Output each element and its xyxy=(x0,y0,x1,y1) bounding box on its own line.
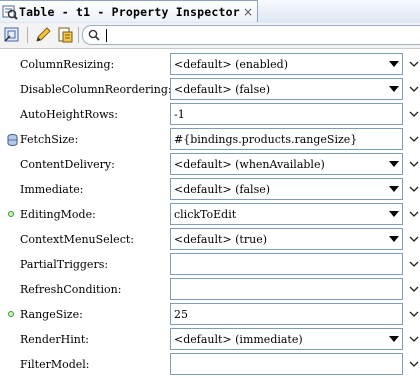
dropdown-arrow-icon[interactable] xyxy=(389,61,399,67)
field-value: -1 xyxy=(174,108,185,121)
contextmenuselect-select[interactable]: <default> (true) xyxy=(170,228,403,250)
property-row-immediate: Immediate: <default> (false) xyxy=(0,178,420,203)
property-label: ColumnResizing: xyxy=(20,58,115,71)
renderhint-select[interactable]: <default> (immediate) xyxy=(170,328,403,350)
property-label: FetchSize: xyxy=(20,133,79,146)
chevron-down-icon[interactable] xyxy=(409,360,419,368)
binding-icon xyxy=(7,134,18,146)
property-row-disablecolumnreordering: DisableColumnReordering: <default> (fals… xyxy=(0,78,420,103)
field-value: clickToEdit xyxy=(174,208,237,221)
refreshcondition-input[interactable] xyxy=(170,278,403,300)
property-row-rangesize: RangeSize: 25 xyxy=(0,303,420,328)
field-value: <default> (false) xyxy=(174,183,271,196)
chevron-down-icon[interactable] xyxy=(409,110,419,118)
chevron-down-icon[interactable] xyxy=(409,60,419,68)
property-row-fetchsize: FetchSize: #{bindings.products.rangeSize… xyxy=(0,128,420,153)
chevron-down-icon[interactable] xyxy=(409,335,419,343)
field-value: #{bindings.products.rangeSize} xyxy=(174,133,358,146)
columnresizing-select[interactable]: <default> (enabled) xyxy=(170,53,403,75)
property-label: RangeSize: xyxy=(20,308,83,321)
dropdown-arrow-icon[interactable] xyxy=(389,236,399,242)
dropdown-arrow-icon[interactable] xyxy=(389,211,399,217)
property-label: RefreshCondition: xyxy=(20,283,122,296)
search-icon xyxy=(88,29,100,41)
property-label: EditingMode: xyxy=(20,208,96,221)
fetchsize-input[interactable]: #{bindings.products.rangeSize} xyxy=(170,128,403,150)
property-row-editingmode: EditingMode: clickToEdit xyxy=(0,203,420,228)
field-value: <default> (true) xyxy=(174,233,267,246)
property-inspector-tab[interactable]: Table - t1 - Property Inspector × xyxy=(0,0,258,22)
chevron-down-icon[interactable] xyxy=(409,310,419,318)
filtermodel-input[interactable] xyxy=(170,353,403,375)
toolbar-separator xyxy=(27,27,28,43)
property-label: PartialTriggers: xyxy=(20,258,109,271)
contentdelivery-select[interactable]: <default> (whenAvailable) xyxy=(170,153,403,175)
dropdown-arrow-icon[interactable] xyxy=(389,161,399,167)
toolbar xyxy=(0,23,420,49)
dropdown-arrow-icon[interactable] xyxy=(389,336,399,342)
field-value: <default> (whenAvailable) xyxy=(174,158,325,171)
property-label: DisableColumnReordering: xyxy=(20,83,172,96)
chevron-down-icon[interactable] xyxy=(409,135,419,143)
modified-marker-icon xyxy=(8,211,14,217)
property-label: AutoHeightRows: xyxy=(20,108,118,121)
title-tab-bar: Table - t1 - Property Inspector × xyxy=(0,0,420,24)
field-value: 25 xyxy=(174,308,188,321)
property-label: ContextMenuSelect: xyxy=(20,233,134,246)
property-label: FilterModel: xyxy=(20,358,90,371)
chevron-down-icon[interactable] xyxy=(409,160,419,168)
close-icon[interactable]: × xyxy=(242,6,254,18)
property-label: Immediate: xyxy=(20,183,84,196)
field-value: <default> (false) xyxy=(174,83,271,96)
modified-marker-icon xyxy=(8,311,14,317)
pencil-icon[interactable] xyxy=(34,26,52,44)
chevron-down-icon[interactable] xyxy=(409,235,419,243)
property-row-renderhint: RenderHint: <default> (immediate) xyxy=(0,328,420,353)
property-row-partialtriggers: PartialTriggers: xyxy=(0,253,420,278)
toolbar-separator xyxy=(78,27,79,43)
rangesize-input[interactable]: 25 xyxy=(170,303,403,325)
autoheightrows-input[interactable]: -1 xyxy=(170,103,403,125)
dropdown-arrow-icon[interactable] xyxy=(389,186,399,192)
property-row-refreshcondition: RefreshCondition: xyxy=(0,278,420,303)
property-row-autoheightrows: AutoHeightRows: -1 xyxy=(0,103,420,128)
field-value: <default> (immediate) xyxy=(174,333,303,346)
chevron-down-icon[interactable] xyxy=(409,210,419,218)
chevron-down-icon[interactable] xyxy=(409,185,419,193)
chevron-down-icon[interactable] xyxy=(409,260,419,268)
dropdown-arrow-icon[interactable] xyxy=(389,86,399,92)
chevron-down-icon[interactable] xyxy=(409,285,419,293)
bind-icon[interactable] xyxy=(3,26,21,44)
editingmode-select[interactable]: clickToEdit xyxy=(170,203,403,225)
window-title: Table - t1 - Property Inspector xyxy=(19,5,240,19)
page-icon[interactable] xyxy=(56,26,74,44)
property-row-filtermodel: FilterModel: xyxy=(0,353,420,378)
immediate-select[interactable]: <default> (false) xyxy=(170,178,403,200)
property-label: RenderHint: xyxy=(20,333,90,346)
property-inspector-icon xyxy=(2,5,18,20)
property-row-columnresizing: ColumnResizing: <default> (enabled) xyxy=(0,53,420,78)
search-input[interactable] xyxy=(82,25,420,45)
property-label: ContentDelivery: xyxy=(20,158,115,171)
field-value: <default> (enabled) xyxy=(174,58,288,71)
disablecolumnreordering-select[interactable]: <default> (false) xyxy=(170,78,403,100)
text-caret xyxy=(106,29,107,42)
property-row-contextmenuselect: ContextMenuSelect: <default> (true) xyxy=(0,228,420,253)
chevron-down-icon[interactable] xyxy=(409,85,419,93)
property-row-contentdelivery: ContentDelivery: <default> (whenAvailabl… xyxy=(0,153,420,178)
partialtriggers-input[interactable] xyxy=(170,253,403,275)
